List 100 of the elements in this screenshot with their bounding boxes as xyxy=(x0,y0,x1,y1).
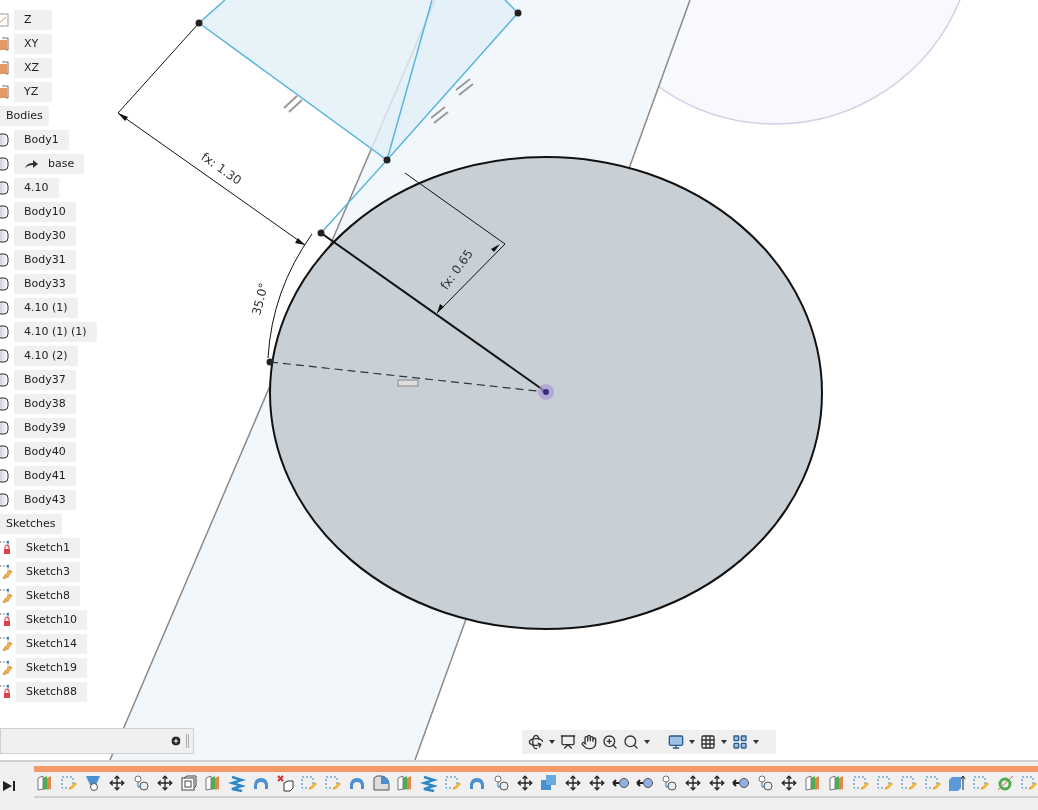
caret-icon[interactable] xyxy=(753,740,759,744)
joint-feature-icon[interactable] xyxy=(492,774,510,792)
extrude-feature-icon[interactable] xyxy=(828,774,846,792)
body-icon xyxy=(0,397,10,411)
body-icon xyxy=(0,205,10,219)
coil-feature-icon[interactable] xyxy=(228,774,246,792)
folder-header[interactable]: Bodies xyxy=(0,106,49,126)
caret-icon[interactable] xyxy=(644,740,650,744)
browser-item[interactable]: Sketch3 xyxy=(16,562,81,582)
sketch-point[interactable] xyxy=(317,229,325,237)
browser-item[interactable]: Sketch10 xyxy=(16,610,88,630)
browser-item[interactable]: Body38 xyxy=(14,394,76,414)
sketch-point[interactable] xyxy=(266,358,274,366)
sketch-point[interactable] xyxy=(195,19,203,27)
move-feature-icon[interactable] xyxy=(156,774,174,792)
browser-item[interactable]: Body37 xyxy=(14,370,76,390)
browser-item[interactable]: Sketch88 xyxy=(16,682,88,702)
browser-item[interactable]: Body1 xyxy=(14,130,69,150)
move-feature-icon[interactable] xyxy=(684,774,702,792)
sketch-pencil-icon xyxy=(0,564,12,580)
browser-item[interactable]: Sketch19 xyxy=(16,658,88,678)
move-feature-icon[interactable] xyxy=(564,774,582,792)
sketch-pencil-icon xyxy=(0,660,12,676)
locked-sketch-icon xyxy=(0,540,12,556)
orbit-icon[interactable] xyxy=(528,734,544,750)
move-feature-icon[interactable] xyxy=(588,774,606,792)
center-point[interactable] xyxy=(538,384,554,400)
move-feature-icon[interactable] xyxy=(780,774,798,792)
caret-icon[interactable] xyxy=(689,740,695,744)
browser-item[interactable]: base xyxy=(14,154,85,174)
body-icon xyxy=(0,445,10,459)
dimension-label[interactable]: fx: 1.30 xyxy=(198,149,245,188)
press-pull-feature-icon[interactable] xyxy=(948,774,966,792)
browser-item[interactable]: Z xyxy=(14,10,52,30)
body-icon xyxy=(0,421,10,435)
browser-item[interactable]: Sketch1 xyxy=(16,538,81,558)
constraint-mark xyxy=(430,78,474,124)
move-feature-icon[interactable] xyxy=(708,774,726,792)
browser-item[interactable]: Body40 xyxy=(14,442,76,462)
body-icon xyxy=(0,277,10,291)
move-feature-icon[interactable] xyxy=(516,774,534,792)
move-feature-icon[interactable] xyxy=(108,774,126,792)
browser-item[interactable]: Body31 xyxy=(14,250,76,270)
coil-feature-icon[interactable] xyxy=(420,774,438,792)
display-icon[interactable] xyxy=(668,734,684,750)
browser-item[interactable]: Body33 xyxy=(14,274,76,294)
body-icon xyxy=(0,349,10,363)
shell-feature-icon[interactable] xyxy=(180,774,198,792)
extrude-feature-icon[interactable] xyxy=(804,774,822,792)
extrude-feature-icon[interactable] xyxy=(204,774,222,792)
look-at-icon[interactable] xyxy=(560,734,576,750)
caret-icon[interactable] xyxy=(549,740,555,744)
sketch-point[interactable] xyxy=(514,9,522,17)
plane-icon xyxy=(0,61,10,75)
browser-item[interactable]: XY xyxy=(14,34,52,54)
extrude-feature-icon[interactable] xyxy=(396,774,414,792)
sketch-point[interactable] xyxy=(383,156,391,164)
browser-item[interactable]: Body10 xyxy=(14,202,76,222)
plane-icon xyxy=(0,85,10,99)
browser-item[interactable]: XZ xyxy=(14,58,52,78)
sketch-pencil-icon xyxy=(0,636,12,652)
constraint-mark xyxy=(397,379,419,387)
joint-feature-icon[interactable] xyxy=(756,774,774,792)
sketch-pencil-icon xyxy=(0,588,12,604)
body-icon xyxy=(0,229,10,243)
body-icon xyxy=(0,253,10,267)
grip-icon[interactable] xyxy=(186,734,189,748)
locked-sketch-icon xyxy=(0,684,12,700)
body-icon xyxy=(0,301,10,315)
zoom-window-icon[interactable] xyxy=(623,734,639,750)
viewports-icon[interactable] xyxy=(732,734,748,750)
browser-item[interactable]: YZ xyxy=(14,82,52,102)
body-icon xyxy=(0,181,10,195)
delete-feature-icon[interactable] xyxy=(276,774,294,792)
browser-item[interactable]: Sketch14 xyxy=(16,634,88,654)
folder-header[interactable]: Sketches xyxy=(0,514,62,534)
extrude-feature-icon[interactable] xyxy=(36,774,54,792)
caret-icon[interactable] xyxy=(721,740,727,744)
browser-item[interactable]: 4.10 (1) xyxy=(14,298,78,318)
add-icon[interactable] xyxy=(170,735,182,747)
browser-item[interactable]: Sketch8 xyxy=(16,586,81,606)
combine-feature-icon[interactable] xyxy=(540,774,558,792)
browser-item[interactable]: Body39 xyxy=(14,418,76,438)
pan-icon[interactable] xyxy=(581,734,597,750)
body-icon xyxy=(0,325,10,339)
body-icon xyxy=(0,157,10,171)
locked-sketch-icon xyxy=(0,612,12,628)
grid-icon[interactable] xyxy=(700,734,716,750)
browser-item[interactable]: Body30 xyxy=(14,226,76,246)
browser-item[interactable]: 4.10 (2) xyxy=(14,346,78,366)
browser-item[interactable]: Body41 xyxy=(14,466,76,486)
browser-item[interactable]: Body43 xyxy=(14,490,76,510)
zoom-icon[interactable] xyxy=(602,734,618,750)
browser-item[interactable]: 4.10 (1) (1) xyxy=(14,322,97,342)
go-to-end-icon[interactable] xyxy=(2,779,16,793)
browser-item[interactable]: 4.10 xyxy=(14,178,59,198)
plane-icon xyxy=(0,37,10,51)
dimension-label[interactable]: 35.0° xyxy=(249,281,271,317)
joint-feature-icon[interactable] xyxy=(132,774,150,792)
joint-feature-icon[interactable] xyxy=(660,774,678,792)
